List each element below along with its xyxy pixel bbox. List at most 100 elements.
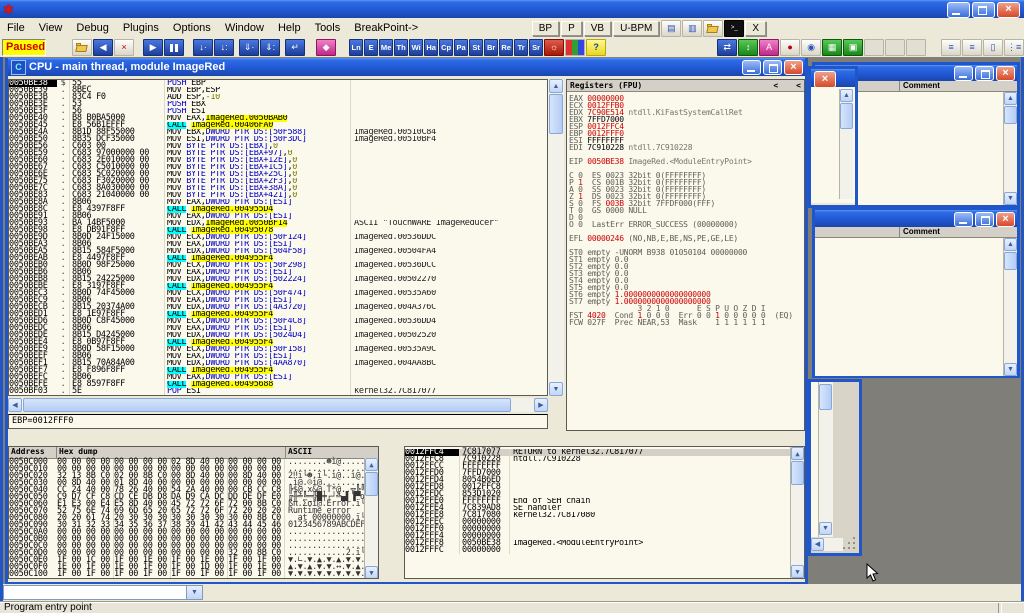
pane-button-st[interactable]: St bbox=[469, 39, 483, 56]
layout-icon-2[interactable]: ⋮≡ bbox=[1004, 39, 1024, 56]
fragment-close-button[interactable]: × bbox=[814, 71, 836, 88]
trace-into-icon[interactable]: ⇓· bbox=[239, 39, 259, 56]
screen-icon[interactable]: ▣ bbox=[843, 39, 863, 56]
pane-button-tr[interactable]: Tr bbox=[514, 39, 528, 56]
scroll-up-icon[interactable]: ▲ bbox=[791, 447, 804, 460]
scroll-thumb[interactable] bbox=[549, 94, 563, 134]
disasm-row[interactable]: 0050BF03.5EPOP ESIkernel32.7C817077 bbox=[9, 388, 547, 395]
scroll-thumb[interactable] bbox=[1004, 252, 1017, 270]
pane-button-cp[interactable]: Cp bbox=[439, 39, 453, 56]
scroll-hint-icon[interactable]: < bbox=[796, 81, 801, 90]
spiral-icon[interactable]: ◉ bbox=[801, 39, 821, 56]
disabled-button-2[interactable] bbox=[885, 39, 905, 56]
partial-vscrollbar[interactable]: ▼ bbox=[819, 382, 833, 537]
scroll-down-icon[interactable]: ▼ bbox=[1004, 192, 1017, 205]
menu-button-u-bpm[interactable]: U-BPM bbox=[613, 21, 659, 36]
cpu-restore-button[interactable] bbox=[763, 60, 782, 75]
book-icon[interactable]: ▥ bbox=[682, 20, 702, 37]
scroll-right-icon[interactable]: ▶ bbox=[534, 398, 548, 412]
register-row[interactable]: EFL 00000246 (NO,NB,E,BE,NS,PE,GE,LE) bbox=[567, 235, 804, 242]
disasm-row[interactable]: 0050BEFE.E8 8597F8FFCALL ImageRed.004956… bbox=[9, 381, 547, 388]
updown-icon[interactable]: ↕ bbox=[738, 39, 758, 56]
menu-options[interactable]: Options bbox=[166, 20, 218, 36]
pane-button-br[interactable]: Br bbox=[484, 39, 498, 56]
scroll-thumb[interactable] bbox=[365, 472, 378, 496]
ascii-icon[interactable]: A bbox=[759, 39, 779, 56]
scroll-thumb[interactable] bbox=[1004, 106, 1017, 124]
layout-icon-1[interactable]: ▯ bbox=[983, 39, 1003, 56]
comment-window-2-titlebar[interactable]: × bbox=[815, 210, 1017, 227]
register-row[interactable]: FCW 027F Prec NEAR,53 Mask 1 1 1 1 1 1 bbox=[567, 319, 804, 326]
scroll-up-icon[interactable]: ▲ bbox=[1004, 92, 1017, 105]
restart-icon[interactable]: ◀ bbox=[93, 39, 113, 56]
pane-button-pa[interactable]: Pa bbox=[454, 39, 468, 56]
partial-hscrollbar[interactable]: ◀ bbox=[811, 538, 843, 551]
register-row[interactable]: T 0 GS 0000 NULL bbox=[567, 207, 804, 214]
menu-button-p[interactable]: P bbox=[561, 21, 582, 36]
stack-pane[interactable]: 0012FFC47C817077RETURN to kernel32.7C817… bbox=[404, 446, 805, 579]
console-icon[interactable]: >_ bbox=[724, 20, 744, 37]
list-icon-1[interactable]: ≡ bbox=[941, 39, 961, 56]
disasm-row[interactable]: 0050BE3E.53PUSH EBX bbox=[9, 101, 547, 108]
menu-window[interactable]: Window bbox=[218, 20, 271, 36]
panel-minimize-button[interactable] bbox=[954, 66, 973, 81]
options-gear-icon[interactable]: ☼ bbox=[544, 39, 564, 56]
main-titlebar[interactable]: ✱ × bbox=[0, 0, 1024, 18]
record-icon[interactable]: ● bbox=[780, 39, 800, 56]
scroll-up-icon[interactable]: ▲ bbox=[1004, 238, 1017, 251]
register-row[interactable]: EDI 7C910228 ntdll.7C910228 bbox=[567, 144, 804, 151]
info-pane[interactable]: EBP=0012FFF0 bbox=[8, 414, 548, 429]
panel-restore-button[interactable] bbox=[975, 66, 994, 81]
dump-row[interactable]: 0050C1001F 00 1F 001F 00 1F 001F 00 1F 0… bbox=[9, 571, 378, 578]
execute-return-icon[interactable]: ↵ bbox=[285, 39, 305, 56]
pane-button-wi[interactable]: Wi bbox=[409, 39, 423, 56]
disassembly-vscrollbar[interactable]: ▲ ▼ bbox=[548, 79, 564, 396]
panel-close-button[interactable]: × bbox=[996, 212, 1015, 227]
trace-over-icon[interactable]: ⇓: bbox=[260, 39, 280, 56]
register-row[interactable]: O 0 LastErr ERROR_SUCCESS (00000000) bbox=[567, 221, 804, 228]
scroll-thumb[interactable] bbox=[791, 461, 804, 485]
panel-close-button[interactable]: × bbox=[996, 66, 1015, 81]
pane-button-re[interactable]: Re bbox=[499, 39, 513, 56]
restore-button[interactable] bbox=[972, 2, 995, 18]
appearance-icon[interactable] bbox=[565, 39, 585, 56]
disassembly-hscrollbar[interactable]: ◀ ▶ bbox=[8, 398, 548, 412]
notes-icon[interactable]: ▤ bbox=[661, 20, 681, 37]
pane-button-e[interactable]: E bbox=[364, 39, 378, 56]
scroll-left-icon[interactable]: ◀ bbox=[811, 538, 824, 551]
fragment-vscrollbar[interactable]: ▲ bbox=[839, 89, 853, 199]
stack-row[interactable]: 0012FFFC00000000 bbox=[405, 547, 804, 554]
menu-help[interactable]: Help bbox=[271, 20, 308, 36]
swap-icon[interactable]: ⇄ bbox=[717, 39, 737, 56]
keypad-icon[interactable]: ▦ bbox=[822, 39, 842, 56]
open-file-icon[interactable] bbox=[72, 39, 92, 56]
folder-icon[interactable] bbox=[703, 20, 723, 37]
panel-restore-button[interactable] bbox=[975, 212, 994, 227]
scroll-thumb[interactable] bbox=[819, 384, 832, 410]
pause-icon[interactable] bbox=[164, 39, 184, 56]
cpu-minimize-button[interactable] bbox=[742, 60, 761, 75]
pane-button-sr[interactable]: Sr bbox=[529, 39, 543, 56]
chevron-down-icon[interactable]: ▼ bbox=[186, 586, 202, 599]
menu-view[interactable]: View bbox=[32, 20, 70, 36]
menu-plugins[interactable]: Plugins bbox=[116, 20, 166, 36]
menu-breakpoint[interactable]: BreakPoint-> bbox=[347, 20, 425, 36]
menu-file[interactable]: File bbox=[0, 20, 32, 36]
panel-minimize-button[interactable] bbox=[954, 212, 973, 227]
close-button[interactable]: × bbox=[997, 2, 1020, 18]
pane-button-me[interactable]: Me bbox=[379, 39, 393, 56]
goto-icon[interactable]: ◆ bbox=[316, 39, 336, 56]
step-over-icon[interactable]: ↓: bbox=[214, 39, 234, 56]
close-program-icon[interactable]: × bbox=[114, 39, 134, 56]
cpu-close-button[interactable]: × bbox=[784, 60, 803, 75]
comment-list-2[interactable]: ▲ ▼ bbox=[815, 238, 1017, 376]
comment-column-header[interactable]: Comment bbox=[815, 227, 1017, 238]
scroll-up-icon[interactable]: ▲ bbox=[549, 79, 563, 93]
pane-button-ln[interactable]: Ln bbox=[349, 39, 363, 56]
registers-pane[interactable]: Registers (FPU) << EAX 00000000ECX 0012F… bbox=[566, 79, 805, 431]
menu-button-bp[interactable]: BP bbox=[532, 21, 559, 36]
scroll-down-icon[interactable]: ▼ bbox=[1004, 363, 1017, 376]
panel-vscrollbar[interactable]: ▲ ▼ bbox=[1003, 92, 1017, 205]
minimize-button[interactable] bbox=[947, 2, 970, 18]
toolbar-close-button[interactable]: X bbox=[745, 21, 766, 36]
